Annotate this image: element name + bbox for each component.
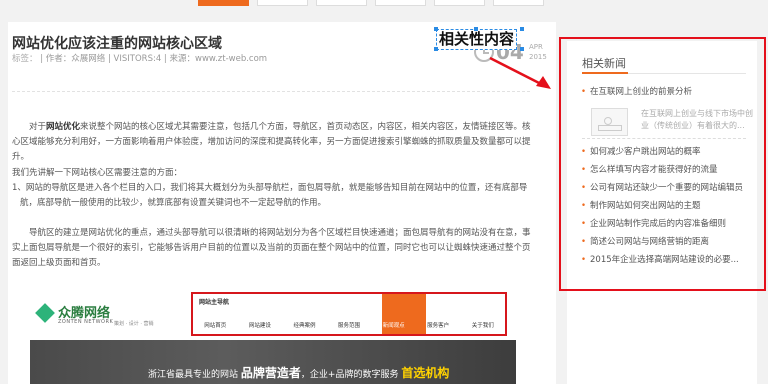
- page-tab[interactable]: [434, 0, 485, 6]
- page-tab-active[interactable]: [198, 0, 249, 6]
- tags-label: 标签：: [12, 54, 38, 64]
- date-year: 2015: [529, 53, 547, 61]
- page-tab[interactable]: [375, 0, 426, 6]
- date-month: APR: [529, 43, 543, 51]
- resize-handle[interactable]: [520, 27, 524, 31]
- para-lead: 对于: [29, 122, 47, 132]
- embed-nav-item: 新闻观点: [382, 323, 405, 329]
- banner-text: 浙江省最具专业的网站 品牌营造者，企业+品牌的数字服务 首选机构: [148, 364, 449, 381]
- article-image: 众腾网络 ZONTEN NETWORK 策划 · 设计 · 营销 网站主导航 网…: [30, 286, 516, 384]
- embed-nav-item: 网站建设: [248, 323, 271, 329]
- banner-mid: ，企业+品牌的数字服务: [300, 370, 399, 380]
- embed-nav-item: 网站首页: [204, 323, 227, 329]
- logo-tags: 策划 · 设计 · 营销: [114, 321, 154, 327]
- embed-nav-item: 关于我们: [471, 323, 494, 329]
- page-tab[interactable]: [257, 0, 308, 6]
- para-text: 来说整个网站的核心区域尤其需要注意，包括几个方面，导航区，首页动态区，内容区，相…: [12, 122, 531, 162]
- embed-nav-item: 服务客户: [427, 323, 450, 329]
- nav-title: 网站主导航: [199, 299, 230, 306]
- embed-header: 众腾网络 ZONTEN NETWORK 策划 · 设计 · 营销 网站主导航 网…: [30, 286, 516, 340]
- page-tab[interactable]: [493, 0, 544, 6]
- embed-banner: 浙江省最具专业的网站 品牌营造者，企业+品牌的数字服务 首选机构: [30, 340, 516, 384]
- logo-sub: ZONTEN NETWORK: [58, 319, 114, 325]
- resize-handle[interactable]: [520, 47, 524, 51]
- article-paragraph: 对于网站优化来说整个网站的核心区域尤其需要注意，包括几个方面，导航区，首页动态区…: [12, 120, 532, 165]
- keyword-link[interactable]: 网站优化: [46, 122, 80, 132]
- related-news-highlight: [559, 37, 766, 291]
- embed-nav: 网站首页 网站建设 经典案例 服务范围 新闻观点 服务客户 关于我们: [193, 318, 505, 334]
- resize-handle[interactable]: [434, 27, 438, 31]
- article-paragraph: 我们先讲解一下网站核心区需要注意的方面： 1、网站的导航区是进入各个栏目的入口，…: [12, 166, 532, 211]
- pagination-strip: [0, 0, 768, 6]
- embed-nav-item: 经典案例: [293, 323, 316, 329]
- logo-icon: [35, 303, 55, 323]
- meta-author: | 作者：众展网络 | VISITORS:4 | 来源：www.zt-web.c…: [40, 54, 268, 64]
- nav-highlight-box: 网站主导航 网站首页 网站建设 经典案例 服务范围 新闻观点 服务客户 关于我们: [191, 292, 507, 336]
- resize-handle[interactable]: [434, 47, 438, 51]
- para-text: 我们先讲解一下网站核心区需要注意的方面：: [12, 168, 183, 178]
- para-text: 导航区的建立是网站优化的重点，通过头部导航可以很清晰的将网站划分为各个区域栏目快…: [12, 228, 531, 268]
- article-title: 网站优化应该注重的网站核心区域: [12, 36, 222, 52]
- page-tab[interactable]: [316, 0, 367, 6]
- title-divider: [12, 91, 530, 92]
- article-meta: 标签： | 作者：众展网络 | VISITORS:4 | 来源：www.zt-w…: [12, 52, 267, 64]
- annotation-label: 相关性内容: [436, 29, 518, 50]
- article-paragraph: 导航区的建立是网站优化的重点，通过头部导航可以很清晰的将网站划分为各个区域栏目快…: [12, 226, 532, 271]
- resize-handle[interactable]: [474, 27, 478, 31]
- para-list-item: 1、网站的导航区是进入各个栏目的入口，我们将其大概划分为头部导航栏，面包屑导航，…: [12, 183, 528, 208]
- banner-end: 首选机构: [401, 366, 450, 380]
- embed-nav-item: 服务范围: [338, 323, 361, 329]
- banner-big: 品牌营造者: [240, 366, 301, 380]
- banner-pre: 浙江省最具专业的网站: [148, 370, 239, 380]
